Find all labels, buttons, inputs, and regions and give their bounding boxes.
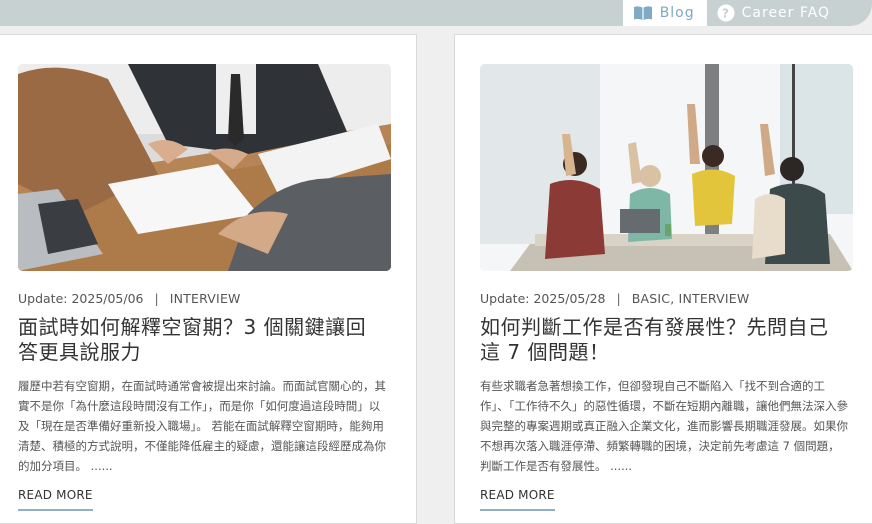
meta-separator: | [154,291,159,306]
read-more-link[interactable]: READ MORE [480,488,555,511]
article-thumbnail[interactable] [18,64,391,271]
top-nav: Blog ? Career FAQ [622,0,872,26]
nav-faq-label: Career FAQ [741,5,830,21]
article-meta: Update: 2025/05/28 | BASIC, INTERVIEW [480,291,749,306]
article-meta: Update: 2025/05/06 | INTERVIEW [18,291,241,306]
meta-separator: | [616,291,621,306]
nav-tab-career-faq[interactable]: ? Career FAQ [707,0,872,26]
article-excerpt: 有些求職者急著想換工作，但卻發現自己不斷陷入「找不到合適的工作」、「工作待不久」… [480,379,848,473]
read-more-link[interactable]: READ MORE [18,488,93,511]
article-thumbnail[interactable] [480,64,853,271]
nav-blog-label: Blog [659,5,695,21]
top-navigation-bar: Blog ? Career FAQ [0,0,872,26]
article-card[interactable]: Update: 2025/05/28 | BASIC, INTERVIEW 如何判斷… [454,34,872,524]
article-date: Update: 2025/05/28 [480,291,606,306]
book-open-icon [633,5,653,21]
article-excerpt: 履歷中若有空窗期，在面試時通常會被提出來討論。而面試官關心的，其實不是你「為什麼… [18,379,386,473]
svg-text:?: ? [722,7,730,21]
article-category[interactable]: BASIC, INTERVIEW [632,291,750,306]
article-title[interactable]: 面試時如何解釋空窗期？3 個關鍵讓回答更具說服力 [18,315,383,365]
article-title[interactable]: 如何判斷工作是否有發展性？先問自己這 7 個問題！ [480,315,845,365]
question-circle-icon: ? [717,4,735,22]
article-date: Update: 2025/05/06 [18,291,144,306]
article-card[interactable]: Update: 2025/05/06 | INTERVIEW 面試時如何解釋空窗期？… [0,34,417,524]
nav-tab-blog[interactable]: Blog [622,0,707,26]
article-category[interactable]: INTERVIEW [170,291,241,306]
